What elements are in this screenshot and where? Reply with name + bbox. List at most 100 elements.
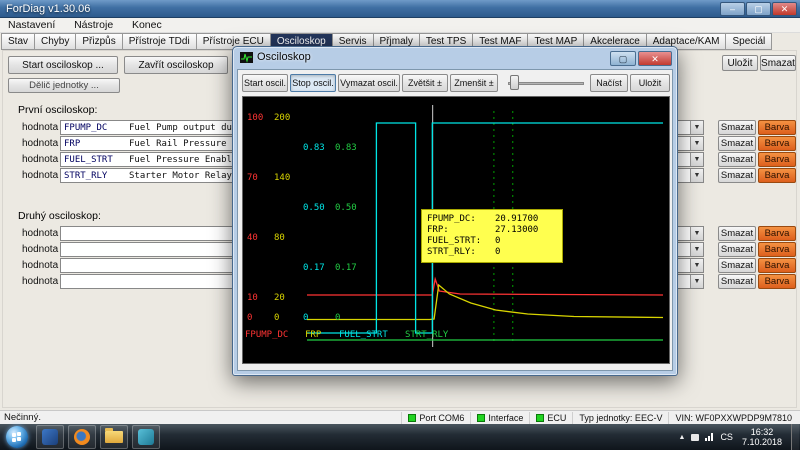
smazat-button[interactable]: Smazat [718, 120, 756, 135]
oscilloscope-display[interactable]: 1007040100200140802000.830.500.1700.830.… [242, 96, 670, 364]
ecu-led-icon [536, 414, 544, 422]
stop-oscil-button[interactable]: Stop oscil. [290, 74, 336, 92]
window-title: ForDiag v1.30.06 [6, 3, 90, 15]
zoom-slider-track[interactable] [508, 82, 584, 85]
dropdown-arrow-icon[interactable]: ▼ [690, 121, 703, 134]
barva-button[interactable]: Barva [758, 136, 796, 151]
smazat-button[interactable]: Smazat [718, 242, 756, 257]
axis-label: 140 [274, 173, 290, 183]
smazat-button[interactable]: Smazat [718, 226, 756, 241]
axis-label: 0 [274, 313, 279, 323]
axis-label: 0.50 [303, 203, 325, 213]
dropdown-arrow-icon[interactable]: ▼ [690, 227, 703, 240]
minimize-button[interactable]: – [720, 2, 745, 16]
taskbar-explorer[interactable] [100, 425, 128, 449]
close-button[interactable]: ✕ [772, 2, 797, 16]
axis-label: 80 [274, 233, 285, 243]
status-vin: VIN: WF0PXXWPDP9M7810 [668, 412, 798, 424]
dialog-close-button[interactable]: ✕ [638, 51, 672, 66]
start-button[interactable] [6, 426, 28, 448]
zmensit-button[interactable]: Zmenšit ± [450, 74, 498, 92]
tray-expand-icon[interactable]: ▲ [679, 434, 686, 441]
action-center-icon[interactable] [691, 434, 699, 441]
network-icon[interactable] [705, 433, 714, 441]
start-osciloskop-button[interactable]: Start osciloskop ... [8, 56, 118, 74]
barva-button[interactable]: Barva [758, 258, 796, 273]
language-indicator[interactable]: CS [720, 432, 733, 442]
dialog-maximize-button[interactable]: ▢ [610, 51, 636, 66]
start-oscil-button[interactable]: Start oscil. [242, 74, 288, 92]
zavrit-osciloskop-button[interactable]: Zavřít osciloskop [124, 56, 228, 74]
smazat-button[interactable]: Smazat [718, 274, 756, 289]
port-led-icon [408, 414, 416, 422]
axis-label: 0.17 [335, 263, 357, 273]
show-desktop-button[interactable] [791, 424, 799, 450]
window-controls: – ▢ ✕ [720, 2, 797, 16]
barva-button[interactable]: Barva [758, 274, 796, 289]
barva-button[interactable]: Barva [758, 168, 796, 183]
screen: ForDiag v1.30.06 – ▢ ✕ Nastavení Nástroj… [0, 0, 800, 450]
vymazat-oscil-button[interactable]: Vymazat oscil. [338, 74, 400, 92]
taskbar-app-2[interactable] [132, 425, 160, 449]
smazat-button[interactable]: Smazat [718, 258, 756, 273]
axis-label: 70 [247, 173, 258, 183]
axis-label: 40 [247, 233, 258, 243]
tab-p-izp-s[interactable]: Přizpůs [75, 33, 121, 50]
combo-value: STRT_RLY [64, 171, 107, 181]
tab-speci-l[interactable]: Speciál [725, 33, 772, 50]
barva-button[interactable]: Barva [758, 152, 796, 167]
tab-stav[interactable]: Stav [1, 33, 34, 50]
smazat-button[interactable]: Smazat [718, 152, 756, 167]
zvetsit-button[interactable]: Zvětšit ± [402, 74, 448, 92]
smazat-button[interactable]: Smazat [718, 168, 756, 183]
smazat-button[interactable]: Smazat [718, 136, 756, 151]
taskbar-firefox[interactable] [68, 425, 96, 449]
interface-label: Interface [488, 413, 523, 423]
window-titlebar: ForDiag v1.30.06 – ▢ ✕ [0, 0, 800, 18]
barva-button[interactable]: Barva [758, 242, 796, 257]
taskbar: ▲ CS 16:32 7.10.2018 [0, 424, 800, 450]
axis-label: 200 [274, 113, 290, 123]
dialog-controls: ▢ ✕ [610, 51, 672, 66]
dropdown-arrow-icon[interactable]: ▼ [690, 275, 703, 288]
dropdown-arrow-icon[interactable]: ▼ [690, 137, 703, 150]
tooltip-line: FUEL_STRT:0 [427, 236, 557, 247]
dropdown-arrow-icon[interactable]: ▼ [690, 169, 703, 182]
second-osc-title: Druhý osciloskop: [18, 210, 101, 222]
delic-jednotky-button[interactable]: Dělič jednotky ... [8, 78, 120, 93]
dialog-body: Start oscil. Stop oscil. Vymazat oscil. … [237, 69, 673, 371]
tab-p-stroje-tddi[interactable]: Přístroje TDdi [122, 33, 196, 50]
menu-konec[interactable]: Konec [124, 18, 170, 32]
nacist-button[interactable]: Načíst [590, 74, 628, 92]
menu-nastroje[interactable]: Nástroje [66, 18, 121, 32]
ecu-label: ECU [547, 413, 566, 423]
smazat-top-button[interactable]: Smazat [760, 55, 796, 71]
combo-value: FRP [64, 139, 80, 149]
tooltip-line: STRT_RLY:0 [427, 247, 557, 258]
dropdown-arrow-icon[interactable]: ▼ [690, 259, 703, 272]
barva-button[interactable]: Barva [758, 120, 796, 135]
taskbar-app-1[interactable] [36, 425, 64, 449]
zoom-slider-thumb[interactable] [510, 75, 519, 90]
clock[interactable]: 16:32 7.10.2018 [739, 427, 785, 447]
menubar: Nastavení Nástroje Konec [0, 18, 800, 33]
axis-label: 0 [303, 313, 308, 323]
maximize-button[interactable]: ▢ [746, 2, 771, 16]
system-tray: ▲ CS 16:32 7.10.2018 [679, 424, 800, 450]
dropdown-arrow-icon[interactable]: ▼ [690, 153, 703, 166]
ulozit-button[interactable]: Uložit [722, 55, 758, 71]
taskbar-icons [36, 425, 160, 449]
ulozit-dialog-button[interactable]: Uložit [630, 74, 670, 92]
barva-button[interactable]: Barva [758, 226, 796, 241]
oscilloscope-icon [240, 52, 253, 63]
combo-value: FUEL_STRT [64, 155, 113, 165]
tab-chyby[interactable]: Chyby [34, 33, 75, 50]
dropdown-arrow-icon[interactable]: ▼ [690, 243, 703, 256]
menu-nastaveni[interactable]: Nastavení [0, 18, 63, 32]
axis-label: 100 [247, 113, 263, 123]
status-port: Port COM6 [401, 412, 470, 424]
tooltip-line: FPUMP_DC:20.91700 [427, 214, 557, 225]
measurement-tooltip: FPUMP_DC:20.91700 FRP:27.13000 FUEL_STRT… [421, 209, 563, 263]
status-interface: Interface [470, 412, 529, 424]
app-icon [42, 429, 58, 445]
